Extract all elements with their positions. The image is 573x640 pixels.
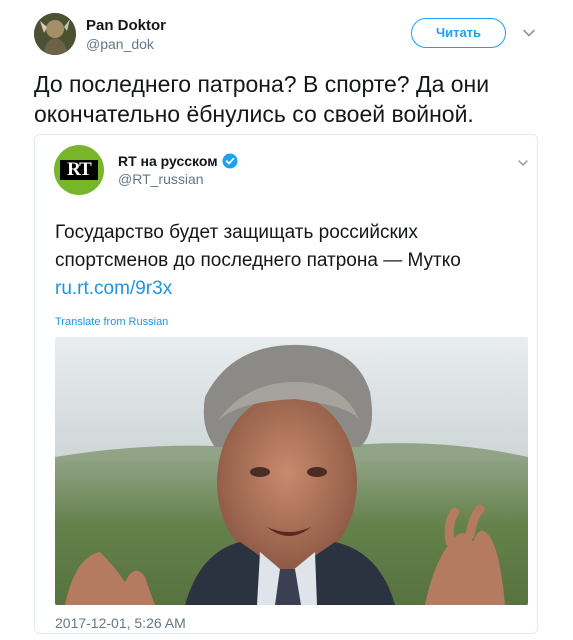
quoted-author-info: RT на русском @RT_russian [118,152,238,188]
photo-image [55,337,528,605]
author-name[interactable]: Pan Doktor [86,16,166,35]
chevron-down-icon[interactable] [517,157,529,169]
verified-icon [222,153,238,169]
quoted-link[interactable]: ru.rt.com/9r3x [55,275,525,303]
rt-logo[interactable]: RT [54,145,104,195]
author-handle[interactable]: @pan_dok [86,35,166,53]
tweet: Pan Doktor @pan_dok Читать До последнего… [0,0,573,640]
avatar-image [34,13,76,55]
follow-button[interactable]: Читать [411,18,506,48]
quoted-text: Государство будет защищать российских сп… [55,222,461,271]
rt-logo-text: RT [67,159,92,180]
quoted-name-row: RT на русском [118,152,238,170]
quoted-author-handle[interactable]: @RT_russian [118,170,238,188]
translate-link[interactable]: Translate from Russian [55,316,168,328]
quoted-text-block: Государство будет защищать российских сп… [55,219,525,303]
tweet-text: До последнего патрона? В спорте? Да они … [34,71,490,127]
quoted-photo[interactable] [55,337,528,605]
timestamp[interactable]: 2017-12-01, 5:26 AM [55,615,186,631]
avatar[interactable] [34,13,76,55]
chevron-down-icon[interactable] [522,26,536,40]
quoted-tweet[interactable]: RT RT на русском @RT_russian Государство… [34,134,538,634]
quoted-author-name[interactable]: RT на русском [118,152,218,170]
author-info: Pan Doktor @pan_dok [86,16,166,53]
